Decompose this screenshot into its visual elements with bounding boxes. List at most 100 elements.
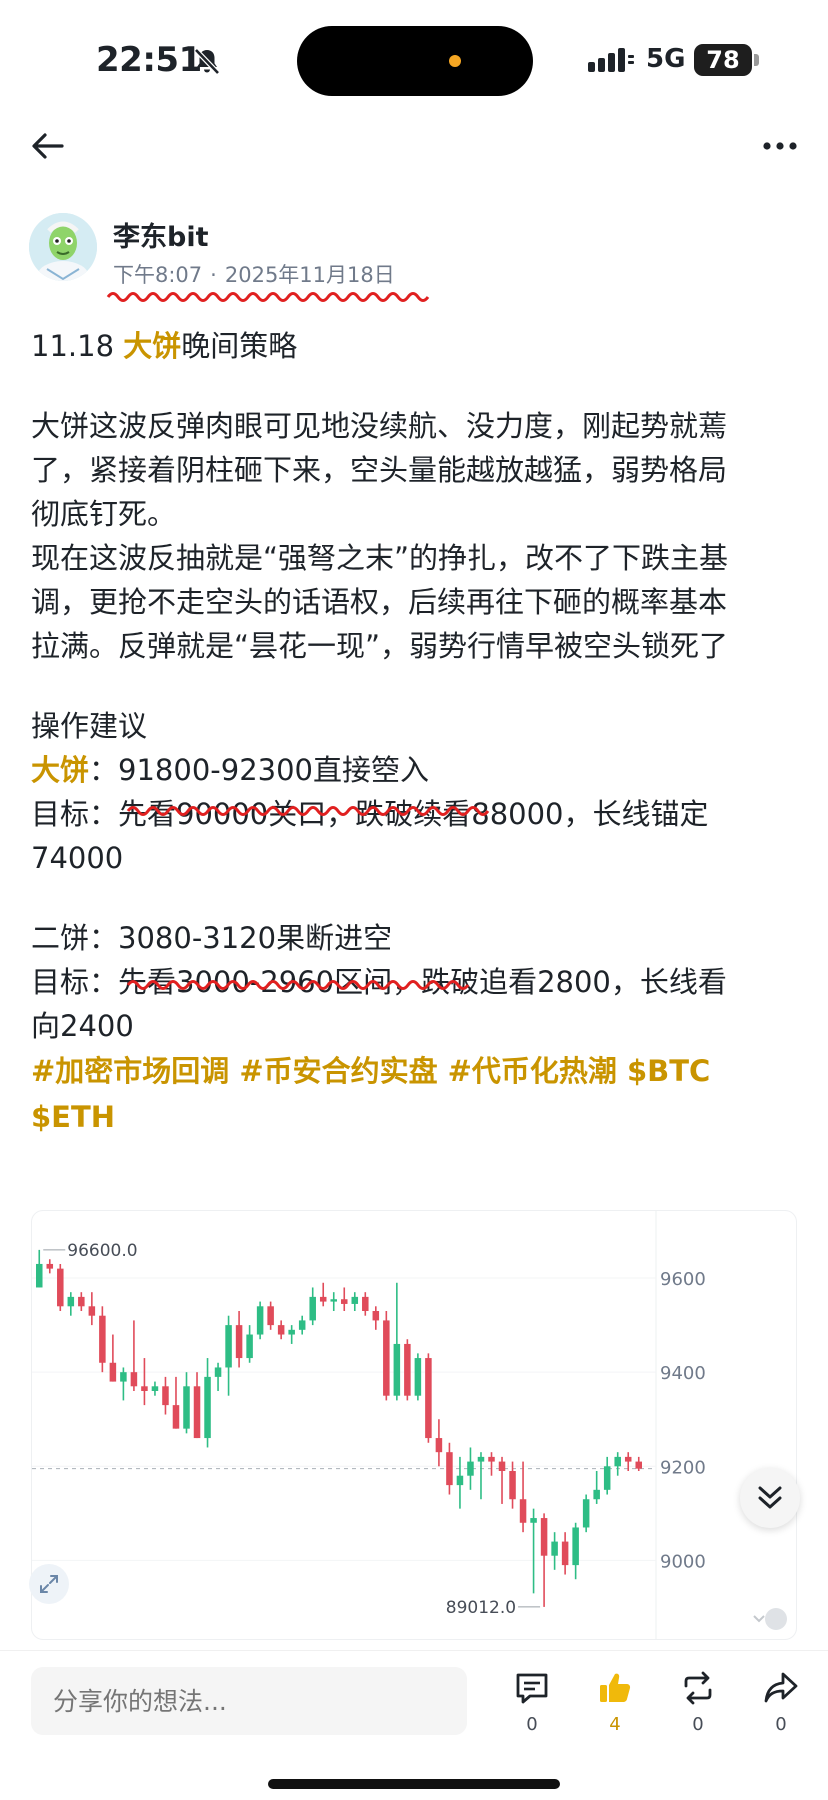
advice-heading: 操作建议: [31, 709, 148, 743]
candle-body: [214, 1367, 222, 1377]
red-underline-eth-entry: [126, 980, 470, 990]
candle-body: [172, 1405, 180, 1429]
candle-body: [635, 1461, 643, 1469]
candle-body: [372, 1311, 380, 1321]
candle-body: [593, 1489, 600, 1500]
candle-body: [530, 1518, 537, 1523]
high-price-label: 96600.0: [67, 1241, 137, 1261]
candle-body: [256, 1306, 264, 1335]
battery-level: 78: [706, 46, 740, 74]
scroll-down-button[interactable]: [740, 1468, 800, 1528]
candle-body: [235, 1325, 243, 1359]
avatar[interactable]: [29, 213, 97, 281]
chevron-double-down-icon: [758, 1486, 782, 1509]
body-line: 了，紧接着阴柱砸下来，空头量能越放越猛，弱势格局: [31, 453, 728, 487]
btc-colon: ：: [89, 753, 119, 787]
candle-body: [183, 1386, 190, 1429]
candle-body: [78, 1296, 85, 1307]
status-bar: 22:51 5G 78: [0, 0, 828, 110]
eth-entry-line: 二饼：3080-3120果断进空: [31, 916, 806, 960]
candle-body: [477, 1456, 485, 1462]
red-underline-btc-entry: [126, 806, 490, 816]
eth-target-line: 向2400: [31, 1009, 134, 1043]
comment-button[interactable]: 0: [500, 1668, 564, 1748]
candle-body: [277, 1325, 285, 1335]
btc-label[interactable]: 大饼: [31, 753, 89, 787]
candle-body: [109, 1362, 117, 1382]
candle-body: [414, 1358, 422, 1396]
comment-icon: [516, 1673, 548, 1704]
repost-button[interactable]: 0: [666, 1668, 730, 1748]
eth-entry: 3080-3120果断进空: [118, 921, 393, 955]
body-line: 调，更抢不走空头的话语权，后续再往下砸的概率基本: [31, 585, 728, 619]
candle-body: [456, 1475, 464, 1486]
btc-entry: 91800-92300直接箜入: [118, 753, 430, 787]
red-underline-timestamp: [106, 292, 430, 302]
post-timestamp: 下午8:07 · 2025年11月18日: [113, 259, 395, 289]
candle-body: [130, 1372, 138, 1387]
y-tick-label: 9400: [660, 1363, 706, 1384]
candle-body: [351, 1296, 359, 1304]
candle-body: [46, 1263, 54, 1269]
candle-body: [57, 1268, 64, 1307]
candle-body: [330, 1299, 338, 1302]
candle-body: [498, 1461, 506, 1471]
candle-body: [561, 1541, 569, 1566]
candle-body: [435, 1438, 443, 1453]
y-tick-label: 9000: [660, 1551, 706, 1572]
expand-chart-button[interactable]: [29, 1564, 69, 1604]
recording-dot-icon: [449, 55, 461, 67]
battery-cap: [754, 54, 759, 66]
cashtag-link[interactable]: $ETH: [31, 1100, 115, 1134]
candle-body: [425, 1358, 432, 1439]
battery-icon: 78: [694, 44, 752, 76]
repost-icon: [684, 1671, 712, 1705]
candle-body: [151, 1386, 159, 1391]
candle-body: [509, 1471, 516, 1500]
candle-body: [246, 1334, 253, 1359]
comment-input[interactable]: [31, 1667, 467, 1735]
candle-body: [309, 1296, 316, 1321]
btc-entry-line: 大饼：91800-92300直接箜入: [31, 748, 806, 792]
candle-body: [614, 1456, 621, 1467]
candle-body: [404, 1343, 411, 1396]
hashtag-link[interactable]: #币安合约实盘: [239, 1054, 437, 1088]
candle-body: [88, 1306, 96, 1316]
post-date: 2025年11月18日: [224, 263, 395, 287]
y-tick-label: 9200: [660, 1457, 706, 1478]
candle-body: [340, 1299, 348, 1304]
btc-target-line: 74000: [31, 841, 124, 875]
candle-body: [572, 1527, 579, 1566]
hashtags: #加密市场回调 #币安合约实盘 #代币化热潮 $BTC $ETH: [31, 1048, 806, 1140]
title-suffix: 晚间策略: [181, 329, 298, 363]
price-chart[interactable]: 9600 9400 9200 9000 96600.0 89012.0: [31, 1210, 797, 1640]
title-date: 11.18: [31, 329, 124, 363]
author-name[interactable]: 李东bit: [113, 215, 209, 254]
more-dots-icon[interactable]: [760, 136, 800, 156]
candle-body: [519, 1499, 527, 1523]
candle-body: [488, 1456, 495, 1462]
candle-body: [35, 1263, 43, 1288]
post-title: 11.18 大饼晚间策略: [31, 324, 806, 368]
candle-body: [446, 1452, 453, 1486]
hashtag-link[interactable]: #加密市场回调: [31, 1054, 229, 1088]
low-price-label: 89012.0: [446, 1598, 516, 1618]
signal-icon: [588, 48, 634, 72]
title-highlight[interactable]: 大饼: [123, 329, 181, 363]
candle-body: [193, 1386, 201, 1439]
share-button[interactable]: 0: [749, 1668, 813, 1748]
cashtag-link[interactable]: $BTC: [627, 1054, 710, 1088]
candle-body: [551, 1541, 558, 1556]
arrow-left-icon[interactable]: [28, 126, 68, 166]
candle-body: [319, 1296, 327, 1302]
candle-body: [624, 1456, 632, 1462]
body-line: 彻底钉死。: [31, 497, 177, 531]
hashtag-link[interactable]: #代币化热潮: [448, 1054, 617, 1088]
candle-body: [298, 1320, 306, 1330]
candle-body: [393, 1343, 401, 1396]
like-button[interactable]: 4: [583, 1668, 647, 1748]
watermark-logo: [750, 1606, 790, 1632]
status-time: 22:51: [96, 40, 202, 80]
network-type: 5G: [646, 44, 686, 74]
body-line: 拉满。反弹就是“昙花一现”，弱势行情早被空头锁死了: [31, 629, 729, 663]
